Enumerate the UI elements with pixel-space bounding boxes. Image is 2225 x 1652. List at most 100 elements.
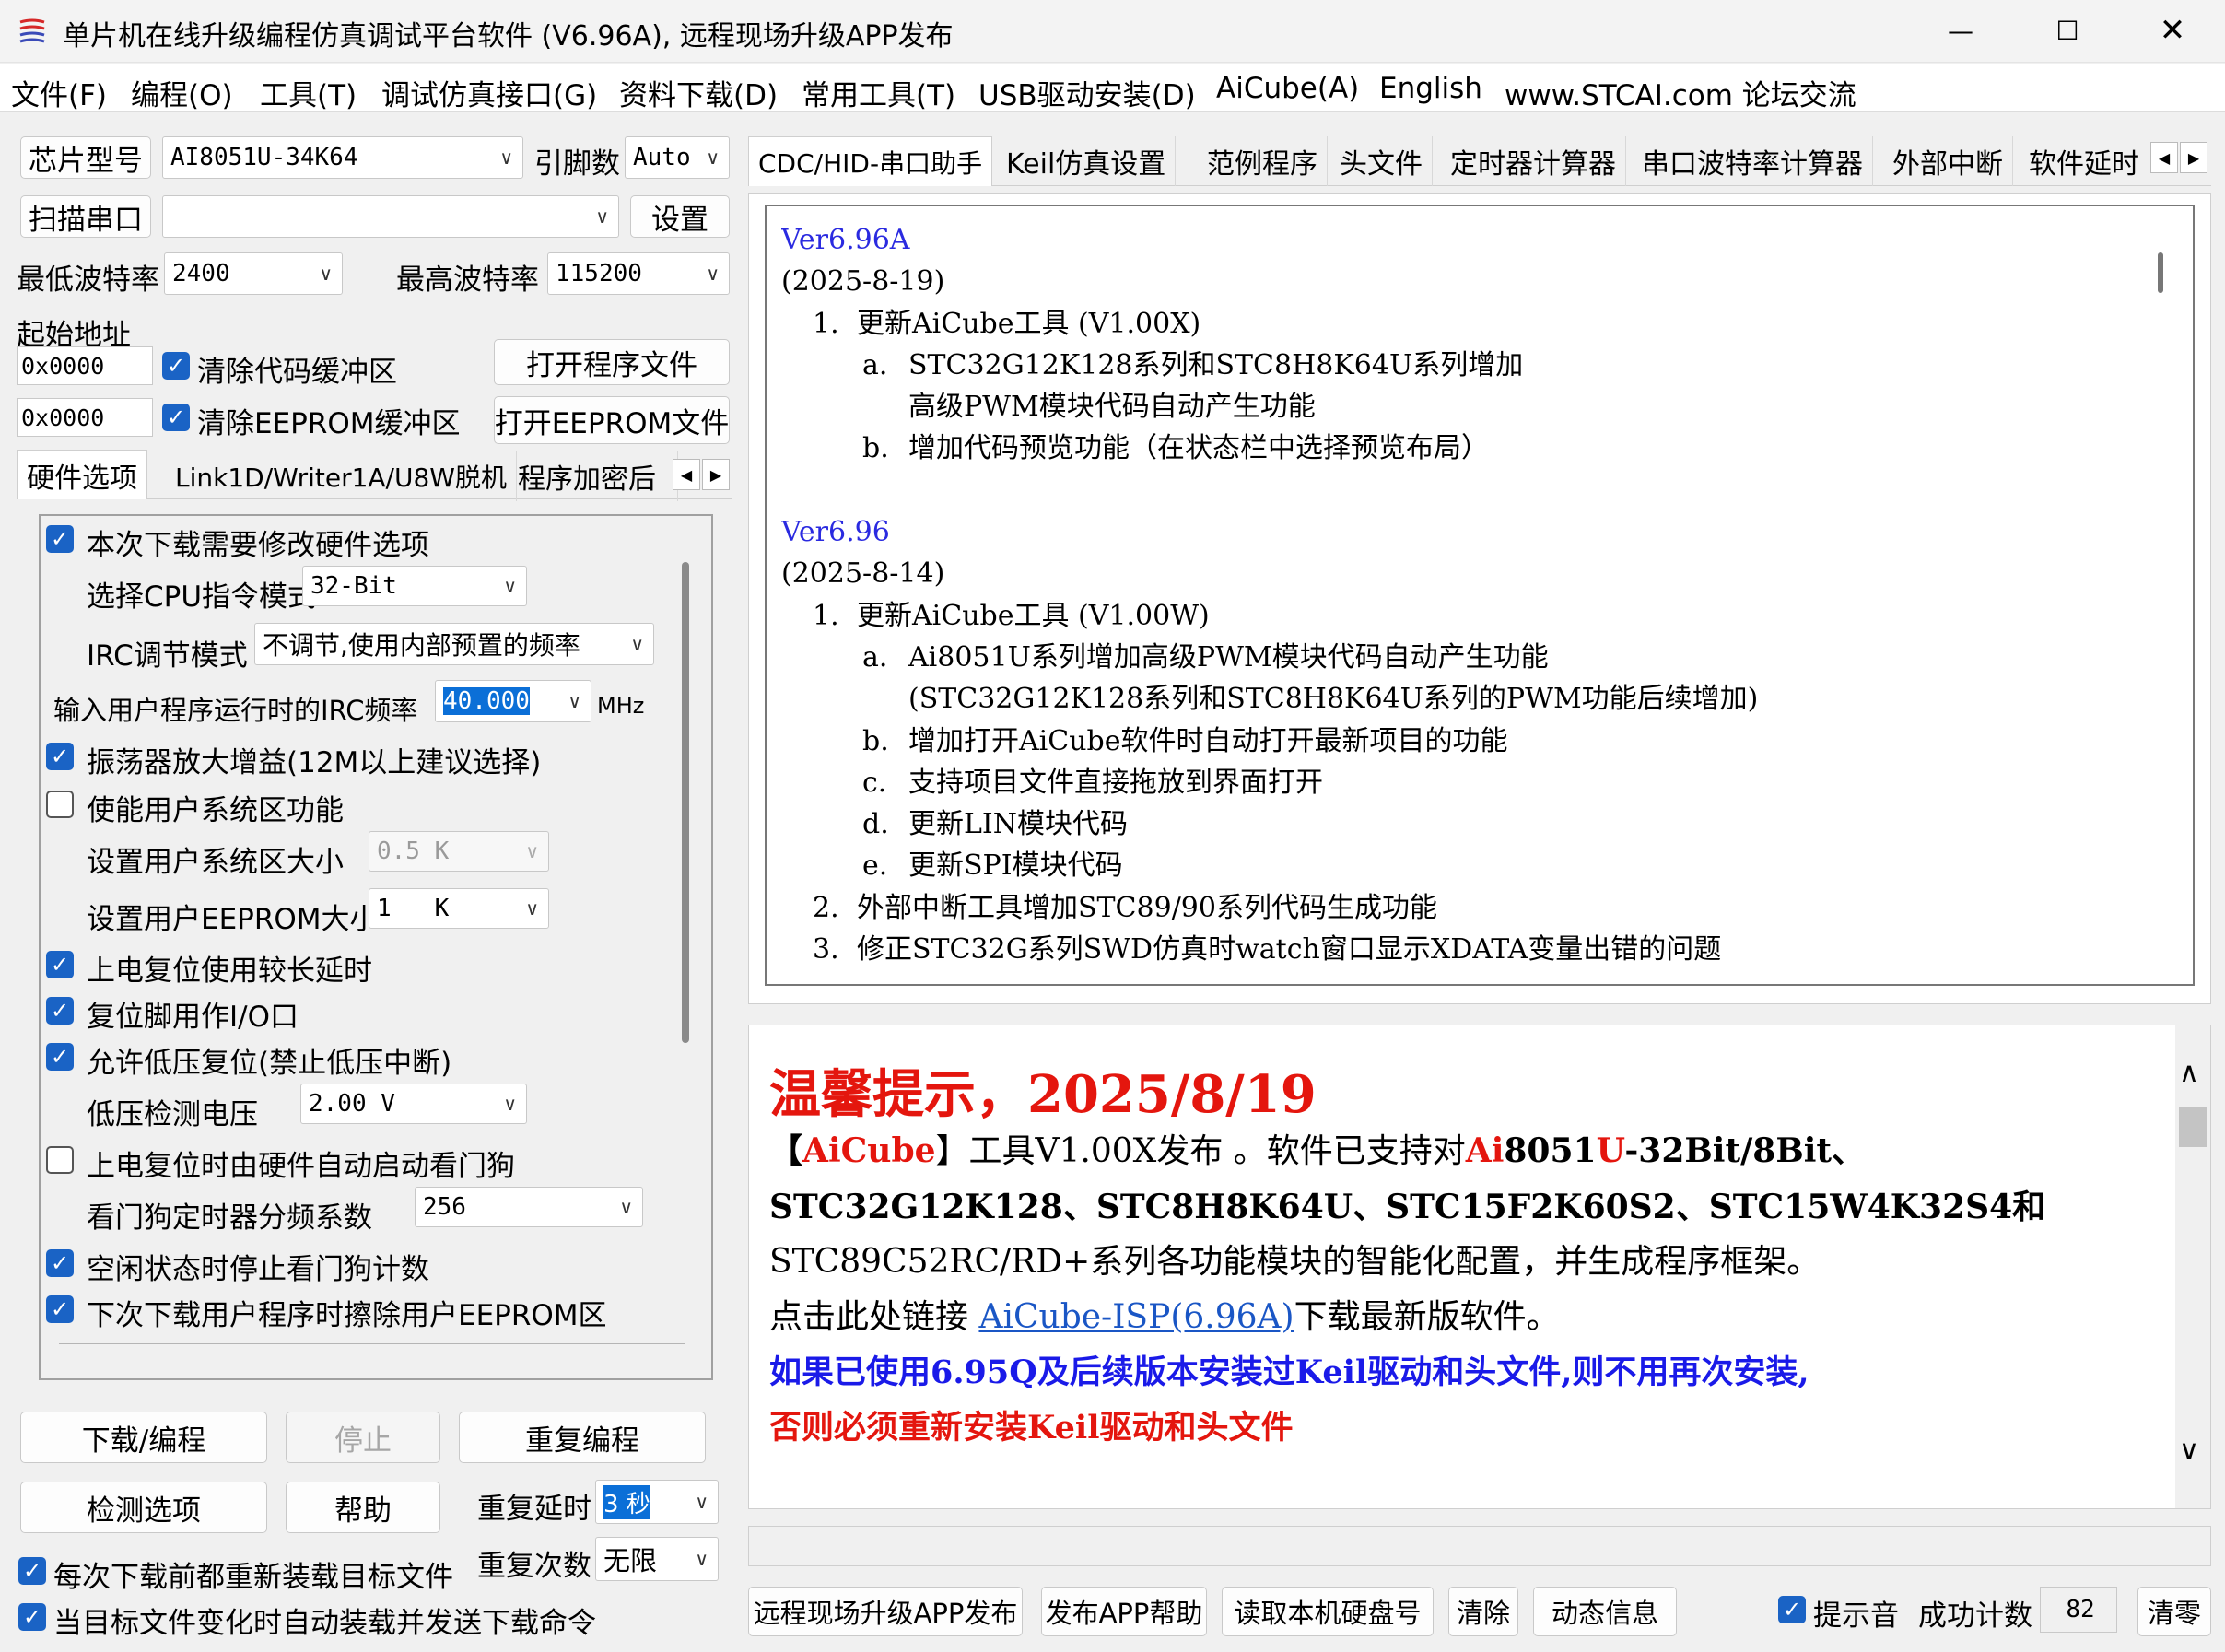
chip-type-button[interactable]: 芯片型号 [20, 136, 151, 179]
reset-io-label: 复位脚用作I/O口 [87, 1001, 299, 1034]
menu-debug[interactable]: 调试仿真接口(G) [381, 72, 597, 113]
min-baud-select[interactable]: 2400 ∨ [164, 252, 343, 295]
reset-count-button[interactable]: 清零 [2137, 1587, 2211, 1636]
repeat-delay-select[interactable]: 3 秒 ∨ [595, 1480, 719, 1524]
maximize-icon[interactable]: ☐ [2014, 0, 2121, 61]
repeat-program-button[interactable]: 重复编程 [459, 1412, 706, 1463]
check-options-button[interactable]: 检测选项 [20, 1482, 267, 1533]
osc-gain-checkbox[interactable]: ✓ [46, 743, 74, 770]
pin-count-select[interactable]: Auto ∨ [625, 136, 730, 179]
eeprom-size-select[interactable]: 1 K ∨ [369, 888, 549, 929]
tab-scroll-right-icon[interactable]: ▶ [702, 459, 730, 490]
notice-link-prefix: 点击此处链接 [769, 1298, 979, 1336]
tab-baud-calculator[interactable]: 串口波特率计算器 [1633, 136, 1873, 186]
read-disk-id-button[interactable]: 读取本机硬盘号 [1222, 1587, 1434, 1636]
notice-scrollbar[interactable]: ∧ ∨ [2175, 1025, 2210, 1508]
stop-button[interactable]: 停止 [286, 1412, 440, 1463]
repeat-count-select[interactable]: 无限 ∨ [595, 1537, 719, 1581]
tab-serial-assistant[interactable]: CDC/HID-串口助手 [748, 136, 993, 186]
tab-timer-calculator[interactable]: 定时器计算器 [1441, 136, 1626, 186]
tab-keil-settings[interactable]: Keil仿真设置 [997, 136, 1177, 186]
menu-aicube[interactable]: AiCube(A) [1216, 72, 1359, 105]
repeat-count-value: 无限 [603, 1545, 658, 1576]
idle-stop-wdt-checkbox[interactable]: ✓ [46, 1249, 74, 1277]
menu-usb-driver[interactable]: USB驱动安装(D) [978, 72, 1196, 113]
tab-hardware-options[interactable]: 硬件选项 [17, 450, 147, 499]
menu-tools[interactable]: 工具(T) [260, 72, 357, 113]
chip-model-select[interactable]: AI8051U-34K64 ∨ [162, 136, 523, 179]
wdt-auto-label: 上电复位时由硬件自动启动看门狗 [87, 1150, 515, 1183]
long-delay-checkbox[interactable]: ✓ [46, 951, 74, 978]
clear-code-buffer-checkbox[interactable]: ✓ [162, 352, 190, 380]
tab-header-files[interactable]: 头文件 [1330, 136, 1433, 186]
erase-eeprom-checkbox[interactable]: ✓ [46, 1295, 74, 1323]
download-program-button[interactable]: 下载/编程 [20, 1412, 267, 1463]
menu-common-tools[interactable]: 常用工具(T) [802, 72, 955, 113]
changelog-item-number: 3. [813, 933, 839, 967]
open-eeprom-file-button[interactable]: 打开EEPROM文件 [494, 396, 730, 444]
scroll-down-icon[interactable]: ∨ [2179, 1435, 2199, 1467]
low-voltage-reset-checkbox[interactable]: ✓ [46, 1043, 74, 1071]
wdt-auto-checkbox[interactable] [46, 1146, 74, 1174]
cpu-mode-value: 32-Bit [310, 572, 397, 600]
open-program-file-button[interactable]: 打开程序文件 [494, 339, 730, 385]
clear-button[interactable]: 清除 [1448, 1587, 1518, 1636]
menu-english[interactable]: English [1379, 72, 1482, 105]
sound-checkbox[interactable]: ✓ [1778, 1596, 1806, 1623]
changelog-item-number: c. [862, 766, 887, 799]
settings-button[interactable]: 设置 [630, 195, 730, 238]
tab-scroll-left-icon[interactable]: ◀ [2150, 142, 2178, 173]
menu-file[interactable]: 文件(F) [11, 72, 107, 113]
changelog-item-text: Ver6.96A [781, 224, 910, 256]
tab-examples[interactable]: 范例程序 [1198, 136, 1328, 186]
scroll-up-icon[interactable]: ∧ [2179, 1057, 2199, 1089]
release-app-help-button[interactable]: 发布APP帮助 [1041, 1587, 1207, 1636]
irc-frequency-value: 40.000 [443, 687, 530, 715]
menu-downloads[interactable]: 资料下载(D) [619, 72, 778, 113]
tab-offline-writer[interactable]: Link1D/Writer1A/U8W脱机 [166, 451, 517, 501]
menu-program[interactable]: 编程(O) [131, 72, 233, 113]
changelog-line: b. 增加打开AiCube软件时自动打开最新项目的功能 [781, 721, 2126, 762]
eeprom-size-value: 1 K [377, 895, 450, 922]
irc-mode-select[interactable]: 不调节,使用内部预置的频率 ∨ [254, 623, 654, 665]
max-baud-select[interactable]: 115200 ∨ [547, 252, 730, 295]
eeprom-address-input[interactable]: 0x0000 [17, 398, 153, 437]
notice-scrollbar-thumb[interactable] [2179, 1107, 2207, 1147]
tab-encryption[interactable]: 程序加密后 [509, 451, 678, 501]
cpu-mode-select[interactable]: 32-Bit ∨ [302, 566, 527, 606]
code-address-input[interactable]: 0x0000 [17, 346, 153, 385]
port-select[interactable]: ∨ [162, 195, 619, 238]
changelog-scrollbar-thumb[interactable] [2158, 252, 2163, 293]
low-voltage-select[interactable]: 2.00 V ∨ [300, 1084, 527, 1124]
close-icon[interactable]: ✕ [2119, 0, 2225, 61]
irc-frequency-input[interactable]: 40.000 ∨ [435, 680, 591, 722]
chevron-down-icon: ∨ [525, 840, 539, 862]
changelog-item-text: Ver6.96 [781, 516, 890, 549]
tab-scroll-right-icon[interactable]: ▶ [2180, 142, 2207, 173]
tab-software-delay[interactable]: 软件延时 [2020, 136, 2147, 186]
menu-forum[interactable]: www.STCAI.com 论坛交流 [1505, 72, 1856, 113]
help-button[interactable]: 帮助 [286, 1482, 440, 1533]
tab-scroll-left-icon[interactable]: ◀ [673, 459, 700, 490]
min-baud-value: 2400 [172, 260, 230, 287]
reload-file-checkbox[interactable]: ✓ [18, 1557, 46, 1585]
wdt-divider-select[interactable]: 256 ∨ [415, 1187, 643, 1227]
reset-io-checkbox[interactable]: ✓ [46, 997, 74, 1025]
system-area-size-select[interactable]: 0.5 K ∨ [369, 831, 549, 872]
clear-eeprom-buffer-checkbox[interactable]: ✓ [162, 404, 190, 431]
irc-frequency-label: 输入用户程序运行时的IRC频率 [53, 695, 418, 726]
dynamic-info-button[interactable]: 动态信息 [1533, 1587, 1677, 1636]
repeat-delay-label: 重复延时 [477, 1493, 591, 1526]
scan-port-button[interactable]: 扫描串口 [20, 195, 151, 238]
tab-external-interrupt[interactable]: 外部中断 [1883, 136, 2013, 186]
modify-hw-checkbox[interactable]: ✓ [46, 525, 74, 553]
minimize-icon[interactable]: — [1907, 0, 2014, 61]
system-area-checkbox[interactable] [46, 791, 74, 818]
download-link[interactable]: AiCube-ISP(6.96A) [978, 1298, 1294, 1336]
changelog-item-text: 修正STC32G系列SWD仿真时watch窗口显示XDATA变量出错的问题 [857, 933, 1722, 967]
changelog-line: (2025-8-14) [781, 553, 2126, 594]
changelog-item-number: b. [862, 724, 889, 757]
auto-load-checkbox[interactable]: ✓ [18, 1603, 46, 1631]
panel-scrollbar-thumb[interactable] [682, 562, 689, 1043]
remote-upgrade-button[interactable]: 远程现场升级APP发布 [748, 1587, 1023, 1636]
